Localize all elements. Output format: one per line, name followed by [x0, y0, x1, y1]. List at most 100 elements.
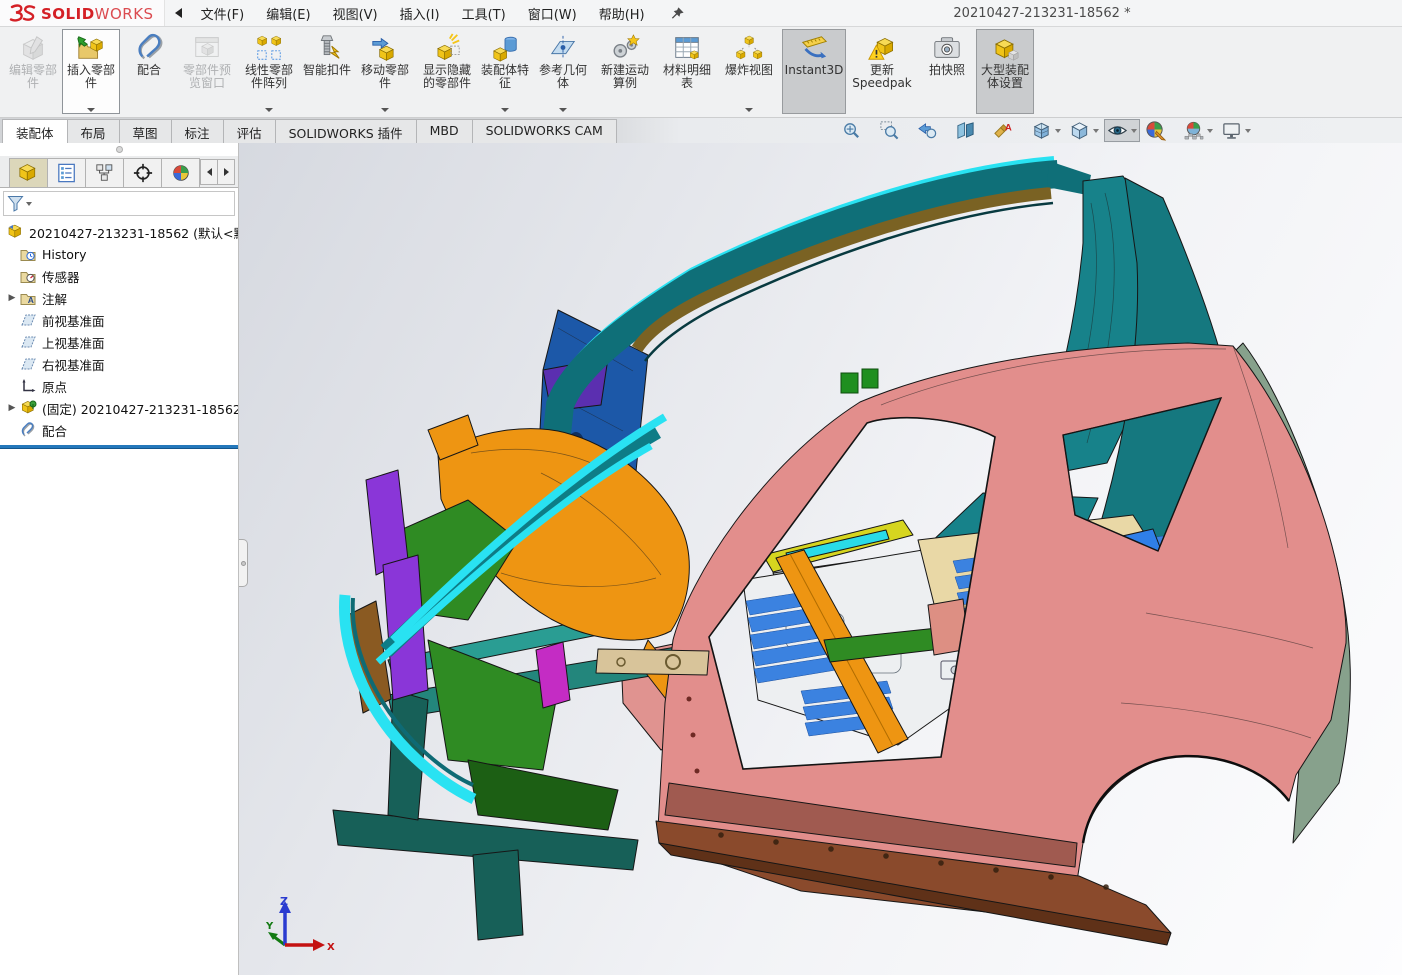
- ribbon-toolbar: 编辑零部件 插入零部件 配合 零部件预览窗口: [0, 27, 1402, 118]
- ribbon-button-label: 插入零部件: [65, 64, 117, 91]
- expand-arrow-icon[interactable]: ▶: [4, 293, 20, 303]
- dimxpertmanager-tab[interactable]: [123, 158, 162, 187]
- panel-tab-icon: [55, 163, 79, 183]
- tree-item[interactable]: ▶ 20210427-213231-18562 (默认<默认: [0, 221, 238, 243]
- tree-item-label: (固定) 20210427-213231-18562.st: [42, 399, 238, 418]
- update-speedpak[interactable]: 更新 Speedpak: [850, 29, 914, 114]
- menu-item[interactable]: 工具(T): [451, 0, 517, 27]
- show-hidden-components[interactable]: 显示隐藏的零部件: [418, 29, 476, 114]
- tree-item[interactable]: ▶ 传感器: [0, 265, 238, 287]
- ribbon-button-label: 大型装配体设置: [979, 64, 1031, 91]
- menu-item[interactable]: 编辑(E): [255, 0, 321, 27]
- reference-geometry[interactable]: 参考几何体: [534, 29, 592, 114]
- view-orientation[interactable]: [1028, 118, 1064, 143]
- panel-tab-icon: [17, 163, 41, 183]
- take-snapshot[interactable]: 拍快照: [918, 29, 976, 114]
- hide-show-items[interactable]: [1104, 119, 1140, 142]
- mate[interactable]: 配合: [120, 29, 178, 114]
- panel-collapse-tab[interactable]: [239, 539, 248, 587]
- view-tool-icon: [1145, 120, 1166, 141]
- menu-item[interactable]: 帮助(H): [588, 0, 656, 27]
- menu-bar: 文件(F)编辑(E)视图(V)插入(I)工具(T)窗口(W)帮助(H): [190, 0, 656, 27]
- command-tabs: 装配体布局草图标注评估SOLIDWORKS 插件MBDSOLIDWORKS CA…: [0, 119, 616, 143]
- dropdown-caret-icon[interactable]: [1055, 129, 1061, 133]
- tree-item-icon: [20, 268, 37, 284]
- command-tab[interactable]: 布局: [67, 119, 120, 143]
- menu-item[interactable]: 文件(F): [190, 0, 256, 27]
- zoom-to-area[interactable]: [876, 118, 912, 143]
- coordinate-triad: Y Z X: [265, 895, 337, 957]
- command-tab[interactable]: 评估: [223, 119, 276, 143]
- rollback-bar[interactable]: [0, 445, 238, 449]
- tree-item[interactable]: ▶ 配合: [0, 419, 238, 441]
- smart-fasteners[interactable]: 智能扣件: [298, 29, 356, 114]
- assembly-features[interactable]: 装配体特征: [476, 29, 534, 114]
- triangle-right-icon: [224, 168, 229, 176]
- triad-y-label: Y: [265, 921, 274, 932]
- expand-arrow-icon[interactable]: ▶: [4, 403, 20, 413]
- dropdown-caret-icon[interactable]: [1093, 129, 1099, 133]
- new-motion-study[interactable]: 新建运动算例: [596, 29, 654, 114]
- car-body-model[interactable]: [239, 143, 1402, 975]
- command-tab[interactable]: MBD: [416, 119, 473, 143]
- command-tab[interactable]: 装配体: [2, 119, 68, 143]
- component-preview-window[interactable]: 零部件预览窗口: [178, 29, 236, 114]
- command-tab[interactable]: SOLIDWORKS CAM: [472, 119, 617, 143]
- graphics-viewport[interactable]: Y Z X: [239, 143, 1402, 975]
- filter-funnel-icon[interactable]: [7, 195, 24, 212]
- large-assembly-settings[interactable]: 大型装配体设置: [976, 29, 1034, 114]
- display-style[interactable]: [1066, 118, 1102, 143]
- apply-scene[interactable]: [1180, 118, 1216, 143]
- car-roof-brackets[interactable]: [841, 369, 878, 393]
- command-tab[interactable]: 草图: [119, 119, 172, 143]
- previous-view[interactable]: [914, 118, 950, 143]
- insert-components[interactable]: 插入零部件: [62, 29, 120, 114]
- command-tab[interactable]: SOLIDWORKS 插件: [275, 119, 417, 143]
- section-view[interactable]: [952, 118, 988, 143]
- car-lower-arm[interactable]: [596, 649, 709, 675]
- tree-item[interactable]: ▶ 上视基准面: [0, 331, 238, 353]
- edit-component[interactable]: 编辑零部件: [4, 29, 62, 114]
- dropdown-caret-icon[interactable]: [1207, 129, 1213, 133]
- scroll-left-button[interactable]: [200, 159, 218, 185]
- displaymanager-tab[interactable]: [161, 158, 200, 187]
- view-settings[interactable]: [1218, 118, 1254, 143]
- tree-item[interactable]: ▶ 注解: [0, 287, 238, 309]
- edit-appearance[interactable]: [1142, 118, 1178, 143]
- menu-item[interactable]: 窗口(W): [517, 0, 588, 27]
- tree-item[interactable]: ▶ 右视基准面: [0, 353, 238, 375]
- menu-item[interactable]: 视图(V): [322, 0, 389, 27]
- ribbon-button-icon: [370, 33, 400, 63]
- dynamic-annotation-views[interactable]: [990, 118, 1026, 143]
- tree-item-label: History: [42, 247, 86, 262]
- command-tab[interactable]: 标注: [171, 119, 224, 143]
- tree-item[interactable]: ▶ 原点: [0, 375, 238, 397]
- scroll-right-button[interactable]: [217, 159, 235, 185]
- move-component[interactable]: 移动零部件: [356, 29, 414, 114]
- panel-splitter-handle[interactable]: [0, 143, 238, 156]
- tree-item-label: 前视基准面: [42, 311, 105, 330]
- tree-item[interactable]: ▶ 前视基准面: [0, 309, 238, 331]
- tree-item[interactable]: ▶ (固定) 20210427-213231-18562.st: [0, 397, 238, 419]
- ribbon-button-label: 拍快照: [921, 64, 973, 77]
- featuremanager-tab[interactable]: [9, 158, 48, 187]
- tree-item-label: 注解: [42, 289, 67, 308]
- propertymanager-tab[interactable]: [47, 158, 86, 187]
- pin-menu-button[interactable]: [670, 6, 685, 21]
- dropdown-caret-icon: [745, 108, 753, 112]
- menu-collapse-arrow-icon[interactable]: [175, 8, 182, 18]
- filter-input[interactable]: [32, 192, 234, 215]
- zoom-to-fit[interactable]: [838, 118, 874, 143]
- configurationmanager-tab[interactable]: [85, 158, 124, 187]
- dropdown-caret-icon[interactable]: [1245, 129, 1251, 133]
- ribbon-button-icon: [610, 33, 640, 63]
- ribbon-button-label: 爆炸视图: [723, 64, 775, 77]
- tree-item[interactable]: ▶ History: [0, 243, 238, 265]
- ribbon-button-label: 配合: [123, 64, 175, 77]
- instant3d[interactable]: Instant3D: [782, 29, 846, 114]
- menu-item[interactable]: 插入(I): [389, 0, 451, 27]
- bill-of-materials[interactable]: 材料明细表: [658, 29, 716, 114]
- dropdown-caret-icon[interactable]: [1131, 129, 1137, 133]
- exploded-view[interactable]: 爆炸视图: [720, 29, 778, 114]
- linear-component-pattern[interactable]: 线性零部件阵列: [240, 29, 298, 114]
